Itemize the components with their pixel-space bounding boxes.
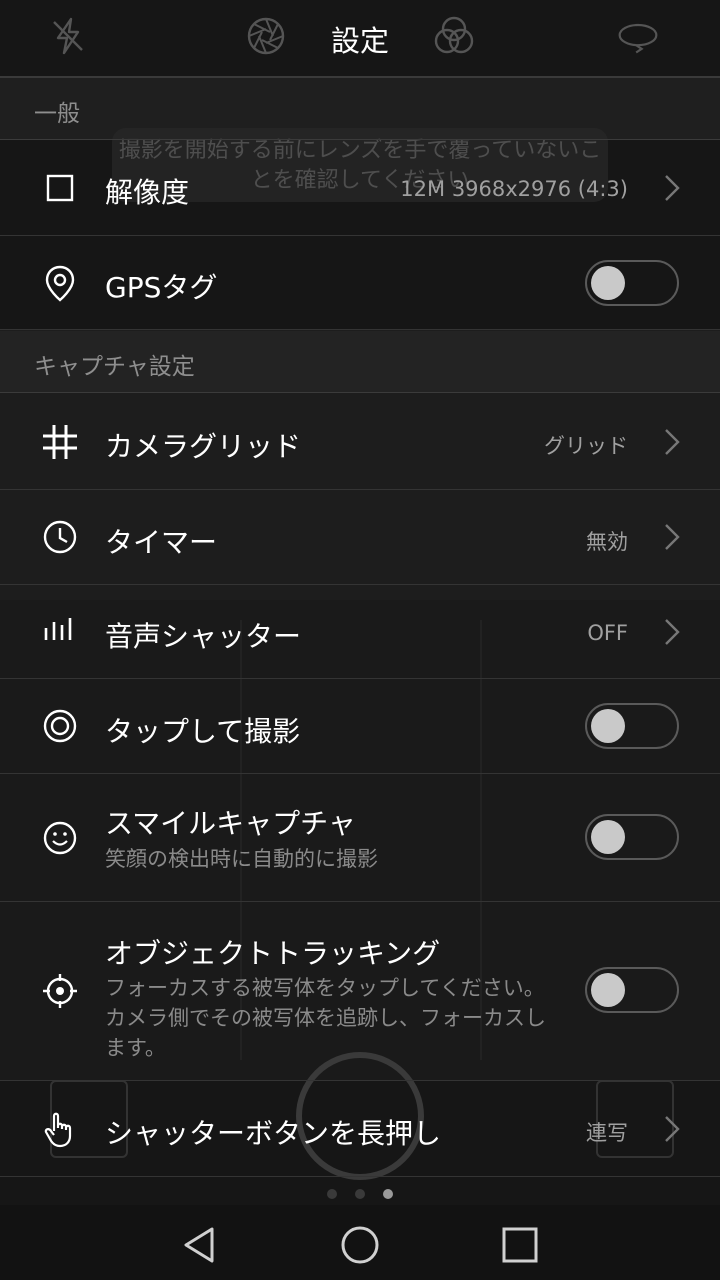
row-resolution[interactable]: 解像度 12M 3968x2976 (4:3) [0,140,720,236]
row-audio-shutter[interactable]: 音声シャッター OFF [0,585,720,679]
toggle-knob [591,266,625,300]
audio-level-icon [44,618,72,640]
toggle-knob [591,820,625,854]
row-smile-capture[interactable]: スマイルキャプチャ 笑顔の検出時に自動的に撮影 [0,774,720,902]
section-title: 一般 [34,101,80,127]
page-dot [327,1189,337,1199]
chevron-right-icon [665,175,680,201]
row-label: 音声シャッター [105,620,302,653]
row-value: 12M 3968x2976 (4:3) [400,177,628,201]
crosshair-icon [43,974,77,1008]
chevron-right-icon [665,524,680,550]
tap-capture-toggle[interactable] [585,703,679,749]
row-object-tracking[interactable]: オブジェクトトラッキング フォーカスする被写体をタップしてください。カメラ側でそ… [0,902,720,1081]
target-icon [43,709,77,743]
row-gps-tag[interactable]: GPSタグ [0,236,720,330]
section-title: キャプチャ設定 [34,354,195,380]
system-nav-bar [0,1205,720,1280]
object-tracking-toggle[interactable] [585,967,679,1013]
row-label: タイマー [105,526,218,559]
row-description: 笑顔の検出時に自動的に撮影 [105,847,378,871]
chevron-right-icon [665,429,680,455]
row-timer[interactable]: タイマー 無効 [0,490,720,585]
row-tap-to-capture[interactable]: タップして撮影 [0,679,720,774]
section-header-general: 一般 [0,78,720,140]
recents-icon[interactable] [498,1223,542,1267]
section-header-capture: キャプチャ設定 [0,331,720,393]
page-indicator [0,1189,720,1201]
page-dot-active [383,1189,393,1199]
smile-icon [43,821,77,855]
square-icon [46,174,74,202]
row-description: フォーカスする被写体をタップしてください。カメラ側でその被写体を追跡し、フォーカ… [105,976,546,1060]
toggle-knob [591,973,625,1007]
row-label: シャッターボタンを長押し [105,1117,442,1150]
row-label: 解像度 [105,176,190,209]
page-dot [355,1189,365,1199]
chevron-right-icon [665,619,680,645]
home-icon[interactable] [338,1223,382,1267]
location-pin-icon [45,265,75,302]
row-label: スマイルキャプチャ [105,807,356,840]
row-label: タップして撮影 [105,715,301,748]
back-icon[interactable] [178,1223,222,1267]
row-value: 無効 [586,530,628,554]
clock-icon [43,520,77,554]
top-bar: 設定 [0,0,720,76]
smile-capture-toggle[interactable] [585,814,679,860]
grid-icon [43,425,77,459]
row-long-press-shutter[interactable]: シャッターボタンを長押し 連写 [0,1081,720,1177]
row-value: 連写 [586,1121,628,1145]
row-value: OFF [587,621,628,645]
color-filter-icon [434,16,474,54]
toggle-knob [591,709,625,743]
switch-camera-icon [618,23,658,54]
page-title: 設定 [330,24,389,58]
row-label: カメラグリッド [105,430,302,463]
row-value: グリッド [544,434,628,458]
hand-touch-icon [44,1112,72,1148]
gps-toggle[interactable] [585,260,679,306]
row-label: オブジェクトトラッキング [105,937,441,970]
row-label: GPSタグ [105,271,218,304]
row-camera-grid[interactable]: カメラグリッド グリッド [0,394,720,490]
chevron-right-icon [665,1116,680,1142]
